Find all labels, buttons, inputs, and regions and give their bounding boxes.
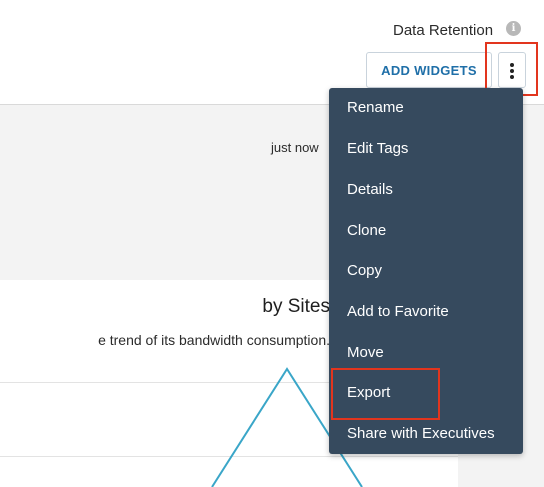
- menu-item-copy[interactable]: Copy: [329, 251, 523, 291]
- more-options-button[interactable]: [498, 52, 526, 88]
- vertical-dots-icon: [510, 63, 514, 67]
- menu-item-rename[interactable]: Rename: [329, 88, 523, 128]
- add-widgets-button[interactable]: ADD WIDGETS: [366, 52, 492, 88]
- info-icon[interactable]: i: [506, 21, 521, 36]
- menu-item-edit-tags[interactable]: Edit Tags: [329, 129, 523, 169]
- menu-item-move[interactable]: Move: [329, 333, 523, 373]
- data-retention-label[interactable]: Data Retention: [393, 22, 493, 39]
- vertical-dot: [510, 69, 514, 73]
- last-updated-timestamp: just now: [271, 140, 319, 155]
- menu-item-details[interactable]: Details: [329, 170, 523, 210]
- menu-item-share-with-executives[interactable]: Share with Executives: [329, 414, 523, 454]
- menu-item-clone[interactable]: Clone: [329, 211, 523, 251]
- menu-item-export[interactable]: Export: [329, 373, 523, 413]
- context-menu: Rename Edit Tags Details Clone Copy Add …: [329, 88, 523, 454]
- vertical-dot: [510, 75, 514, 79]
- menu-item-add-to-favorite[interactable]: Add to Favorite: [329, 292, 523, 332]
